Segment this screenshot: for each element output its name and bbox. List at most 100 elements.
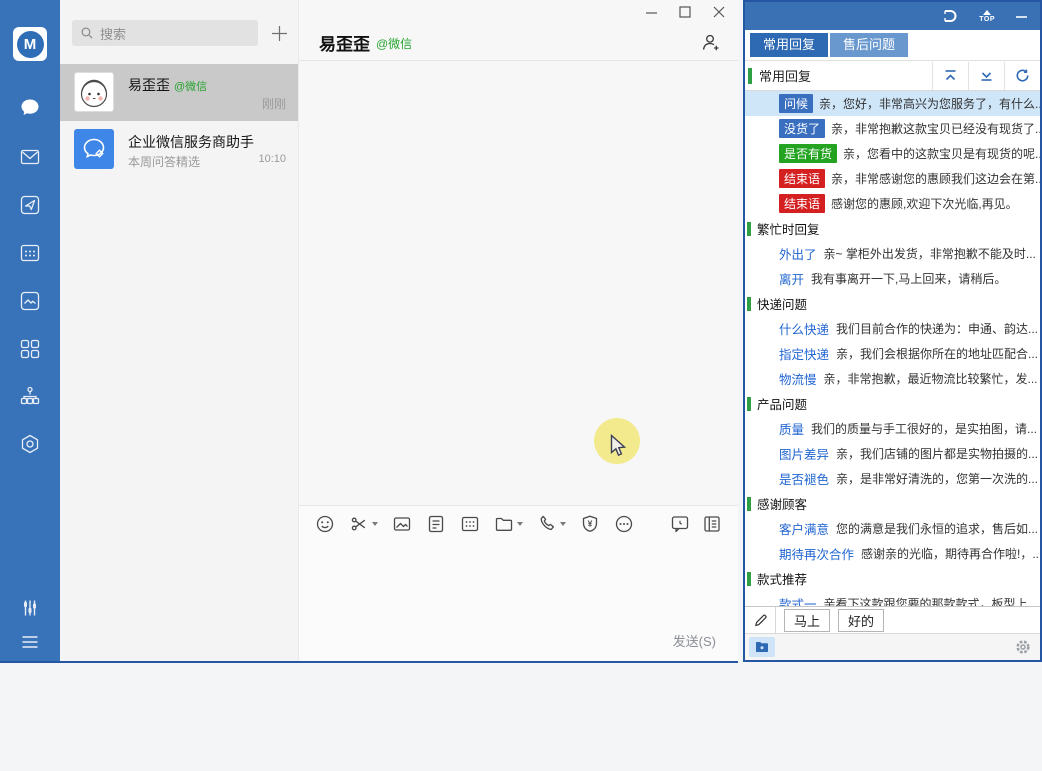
left-sidebar: M bbox=[0, 0, 60, 661]
screenshot-icon[interactable] bbox=[349, 514, 378, 534]
chat-title: 易歪歪@微信 bbox=[319, 30, 412, 55]
minimize-icon[interactable] bbox=[644, 5, 658, 19]
tab-common-replies[interactable]: 常用回复 bbox=[750, 33, 828, 57]
toolbar-right-group bbox=[670, 514, 722, 534]
add-member-icon[interactable] bbox=[700, 32, 720, 52]
edit-pencil-icon[interactable] bbox=[745, 607, 776, 633]
reply-item[interactable]: 结束语感谢您的惠顾,欢迎下次光临,再见。 bbox=[745, 191, 1040, 216]
reply-label: 是否褪色 bbox=[779, 469, 829, 488]
chat-list-item[interactable]: 易歪歪@微信 刚刚 bbox=[60, 64, 298, 121]
chat-preview: 本周问答精选 bbox=[128, 153, 200, 170]
settings-gear-icon[interactable] bbox=[1014, 638, 1032, 656]
message-panel-icon[interactable] bbox=[702, 514, 722, 534]
reply-item[interactable]: 期待再次合作感谢亲的光临，期待再合作啦!，... bbox=[745, 541, 1040, 566]
red-packet-icon[interactable]: ¥ bbox=[580, 514, 600, 534]
close-icon[interactable] bbox=[712, 5, 726, 19]
reply-item[interactable]: 没货了亲，非常抱歉这款宝贝已经没有现货了... bbox=[745, 116, 1040, 141]
reply-item[interactable]: 客户满意您的满意是我们永恒的追求，售后如... bbox=[745, 516, 1040, 541]
quick-reply-button[interactable]: 好的 bbox=[838, 609, 884, 632]
chat-list-item[interactable]: 企业微信服务商助手 本周问答精选 10:10 bbox=[60, 121, 298, 178]
reply-label: 客户满意 bbox=[779, 519, 829, 538]
reply-item[interactable]: 是否有货亲，您看中的这款宝贝是有现货的呢... bbox=[745, 141, 1040, 166]
panel-minimize-icon[interactable] bbox=[1015, 10, 1028, 23]
refresh-icon[interactable] bbox=[1004, 62, 1040, 90]
top-icon[interactable]: TOP bbox=[979, 10, 995, 23]
card-icon[interactable] bbox=[460, 514, 480, 534]
reply-label: 外出了 bbox=[779, 244, 817, 263]
chat-icon[interactable] bbox=[19, 96, 41, 118]
reply-section-header[interactable]: 繁忙时回复 bbox=[745, 216, 1040, 241]
reply-item[interactable]: 问候亲，您好，非常高兴为您服务了，有什么... bbox=[745, 91, 1040, 116]
reply-list: 问候亲，您好，非常高兴为您服务了，有什么... 没货了亲，非常抱歉这款宝贝已经没… bbox=[745, 91, 1040, 606]
search-placeholder: 搜索 bbox=[100, 24, 126, 43]
tab-aftersales[interactable]: 售后问题 bbox=[830, 33, 908, 57]
reply-label: 物流慢 bbox=[779, 369, 817, 388]
triangle-up-icon bbox=[983, 10, 991, 15]
image-icon[interactable] bbox=[392, 514, 412, 534]
chat-time: 刚刚 bbox=[262, 95, 286, 112]
reply-tag: 结束语 bbox=[779, 194, 825, 213]
apps-icon[interactable] bbox=[19, 338, 41, 360]
wechat-badge: @微信 bbox=[376, 37, 412, 51]
magnet-icon[interactable] bbox=[941, 8, 959, 24]
reply-label: 款式一 bbox=[779, 594, 817, 606]
emoji-icon[interactable] bbox=[315, 514, 335, 534]
package-icon[interactable] bbox=[19, 433, 41, 455]
add-chat-button[interactable] bbox=[268, 22, 290, 44]
reply-item[interactable]: 款式一亲看下这款跟您要的那款款式，板型上... bbox=[745, 591, 1040, 606]
reply-label: 什么快递 bbox=[779, 319, 829, 338]
expand-bottom-icon[interactable] bbox=[968, 62, 1004, 90]
menu-icon[interactable] bbox=[19, 631, 41, 653]
reply-item[interactable]: 物流慢亲，非常抱歉，最近物流比较繁忙，发... bbox=[745, 366, 1040, 391]
filters-icon[interactable] bbox=[19, 597, 41, 619]
folder-icon[interactable] bbox=[494, 514, 523, 534]
reply-label: 期待再次合作 bbox=[779, 544, 854, 563]
reply-item[interactable]: 外出了亲~ 掌柜外出发货，非常抱歉不能及时... bbox=[745, 241, 1040, 266]
section-color-bar bbox=[747, 222, 751, 236]
file-icon[interactable] bbox=[426, 514, 446, 534]
chat-window: 易歪歪@微信 ¥ bbox=[298, 0, 738, 661]
reply-section-header[interactable]: 产品问题 bbox=[745, 391, 1040, 416]
maximize-icon[interactable] bbox=[678, 5, 692, 19]
reply-tag: 结束语 bbox=[779, 169, 825, 188]
chat-history-icon[interactable] bbox=[670, 514, 690, 534]
reply-section-header[interactable]: 快递问题 bbox=[745, 291, 1040, 316]
workbench-icon[interactable] bbox=[19, 194, 41, 216]
gallery-icon[interactable] bbox=[19, 290, 41, 312]
chat-time: 10:10 bbox=[258, 153, 286, 165]
reply-label: 图片差异 bbox=[779, 444, 829, 463]
reply-item[interactable]: 指定快递亲，我们会根据你所在的地址匹配合... bbox=[745, 341, 1040, 366]
reply-item[interactable]: 离开我有事离开一下,马上回来，请稍后。 bbox=[745, 266, 1040, 291]
reply-panel-bottombar bbox=[745, 633, 1040, 660]
folder-icon[interactable] bbox=[749, 637, 775, 657]
cursor-pointer bbox=[610, 434, 628, 465]
reply-item[interactable]: 结束语亲，非常感谢您的惠顾我们这边会在第... bbox=[745, 166, 1040, 191]
avatar bbox=[74, 129, 114, 169]
reply-item[interactable]: 图片差异亲，我们店铺的图片都是实物拍摄的... bbox=[745, 441, 1040, 466]
window-controls bbox=[644, 5, 726, 19]
reply-item[interactable]: 是否褪色亲，是非常好清洗的，您第一次洗的... bbox=[745, 466, 1040, 491]
reply-tabs: 常用回复 售后问题 bbox=[745, 30, 1040, 60]
quick-reply-panel: TOP 常用回复 售后问题 常用回复 问候亲，您好，非常高兴为您服务了，有什么.… bbox=[743, 0, 1042, 662]
section-color-bar bbox=[747, 397, 751, 411]
reply-item[interactable]: 什么快递我们目前合作的快递为：申通、韵达... bbox=[745, 316, 1040, 341]
reply-tag: 问候 bbox=[779, 94, 813, 113]
section-color-bar bbox=[747, 572, 751, 586]
search-input[interactable]: 搜索 bbox=[72, 20, 258, 46]
schedule-icon[interactable] bbox=[19, 242, 41, 264]
quick-reply-button[interactable]: 马上 bbox=[784, 609, 830, 632]
more-icon[interactable] bbox=[614, 514, 634, 534]
chat-name: 企业微信服务商助手 bbox=[128, 132, 254, 152]
dropdown-caret-icon bbox=[517, 522, 523, 526]
reply-panel-titlebar: TOP bbox=[745, 2, 1040, 30]
avatar bbox=[74, 72, 114, 112]
org-chart-icon[interactable] bbox=[19, 385, 41, 407]
reply-section-header[interactable]: 感谢顾客 bbox=[745, 491, 1040, 516]
collapse-top-icon[interactable] bbox=[932, 62, 968, 90]
mail-icon[interactable] bbox=[19, 146, 41, 168]
reply-item[interactable]: 质量我们的质量与手工很好的，是实拍图，请... bbox=[745, 416, 1040, 441]
send-button[interactable]: 发送(S) bbox=[673, 631, 716, 650]
yiwaiwai-logo-icon: M bbox=[17, 31, 44, 58]
reply-section-header[interactable]: 款式推荐 bbox=[745, 566, 1040, 591]
call-icon[interactable] bbox=[537, 514, 566, 534]
